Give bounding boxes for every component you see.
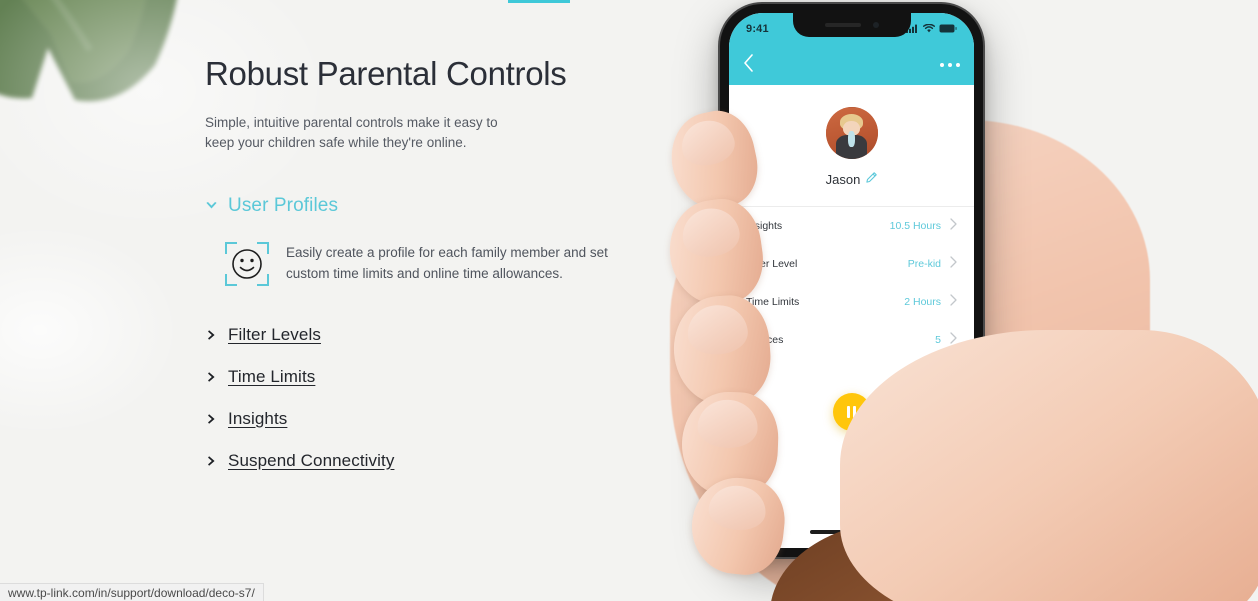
- user-avatar[interactable]: [825, 107, 878, 159]
- hand-palm: [840, 330, 1258, 601]
- wifi-icon: [922, 20, 936, 38]
- setting-value: Pre-kid: [907, 258, 941, 270]
- fingernail: [697, 399, 759, 450]
- setting-value: 5: [935, 334, 941, 346]
- setting-value: 2 Hours: [904, 296, 941, 308]
- fingernail: [686, 302, 750, 357]
- chevron-left-icon[interactable]: [743, 53, 754, 77]
- accordion-label-insights: Insights: [228, 408, 288, 428]
- accordion-header-insights[interactable]: Insights: [205, 404, 675, 434]
- page-subtitle: Simple, intuitive parental controls make…: [205, 114, 498, 150]
- accordion-label-suspend-connectivity: Suspend Connectivity: [228, 450, 395, 470]
- accordion-header-user-profiles[interactable]: User Profiles: [205, 191, 675, 221]
- setting-row-filter-level[interactable]: Filter Level Pre-kid: [746, 245, 957, 283]
- fingernail: [706, 482, 768, 533]
- accordion-header-filter-levels[interactable]: Filter Levels: [205, 320, 675, 350]
- avatar-microphone: [848, 130, 856, 147]
- accordion-panel-user-profiles: Easily create a profile for each family …: [224, 239, 675, 287]
- accordion-item-insights: Insights: [205, 404, 675, 434]
- setting-row-time-limits[interactable]: Time Limits 2 Hours: [746, 283, 957, 321]
- pencil-icon[interactable]: [866, 170, 878, 188]
- smiley-face-scan-icon: [224, 241, 270, 287]
- page-title: Robust Parental Controls: [205, 55, 567, 92]
- background-leaf-image: [0, 0, 177, 102]
- chevron-right-icon: [950, 255, 957, 273]
- active-tab-indicator[interactable]: [508, 0, 570, 3]
- status-bar-time: 9:41: [746, 23, 769, 35]
- feature-accordion: User Profiles Easily create a profile fo…: [205, 191, 675, 476]
- accordion-item-suspend-connectivity: Suspend Connectivity: [205, 446, 675, 476]
- earpiece-speaker: [824, 22, 861, 27]
- more-horizontal-icon[interactable]: [940, 63, 960, 67]
- accordion-item-filter-levels: Filter Levels: [205, 320, 675, 350]
- chevron-down-icon: [205, 199, 218, 212]
- accordion-item-user-profiles: User Profiles Easily create a profile fo…: [205, 191, 675, 287]
- accordion-label-filter-levels: Filter Levels: [228, 324, 321, 344]
- accordion-header-time-limits[interactable]: Time Limits: [205, 362, 675, 392]
- feature-content-column: Robust Parental Controls Simple, intuiti…: [205, 54, 675, 476]
- accordion-description: Easily create a profile for each family …: [286, 244, 608, 281]
- accordion-collapsed-items: Filter Levels Time Limits Insights Suspe…: [205, 320, 675, 476]
- chevron-right-icon: [205, 328, 218, 341]
- chevron-right-icon: [950, 293, 957, 311]
- profile-name: Jason: [825, 171, 861, 187]
- accordion-header-suspend-connectivity[interactable]: Suspend Connectivity: [205, 446, 675, 476]
- front-camera-icon: [872, 21, 879, 28]
- setting-value: 10.5 Hours: [889, 220, 941, 232]
- status-bar-icons: [906, 20, 957, 38]
- setting-row-devices[interactable]: Devices 5: [746, 321, 957, 359]
- fingernail: [677, 115, 738, 170]
- profile-header: Jason: [729, 85, 974, 207]
- app-nav-bar: [729, 45, 974, 85]
- chevron-right-icon: [205, 454, 218, 467]
- fingernail: [678, 205, 743, 261]
- accordion-item-time-limits: Time Limits: [205, 362, 675, 392]
- chevron-right-icon: [950, 217, 957, 235]
- setting-row-insights[interactable]: Insights 10.5 Hours: [746, 207, 957, 245]
- chevron-right-icon: [205, 370, 218, 383]
- browser-status-url: www.tp-link.com/in/support/download/deco…: [0, 583, 264, 601]
- profile-name-row: Jason: [826, 170, 878, 188]
- pause-icon-bar-left: [847, 406, 850, 418]
- setting-right: Pre-kid: [908, 255, 957, 273]
- phone-notch: [792, 13, 911, 37]
- setting-right: 2 Hours: [904, 293, 957, 311]
- phone-in-hand-illustration: 9:41 Jason Insights 10.5 Hours Filter Le…: [660, 0, 1258, 601]
- accordion-label-user-profiles: User Profiles: [228, 194, 339, 216]
- accordion-label-time-limits: Time Limits: [228, 366, 316, 386]
- chevron-right-icon: [205, 412, 218, 425]
- setting-right: 10.5 Hours: [890, 217, 957, 235]
- battery-icon: [939, 20, 957, 38]
